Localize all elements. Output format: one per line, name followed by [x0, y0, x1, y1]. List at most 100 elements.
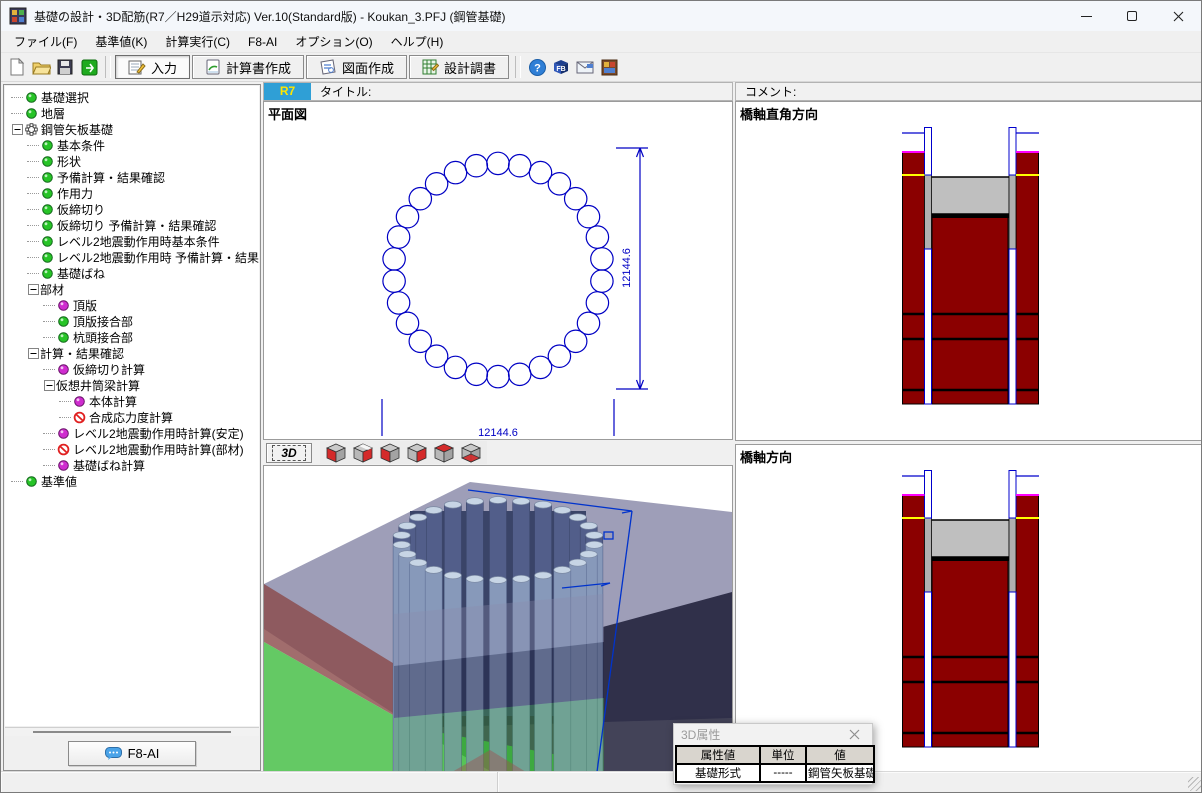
attr-close-button[interactable]	[849, 729, 865, 740]
tree-item[interactable]: 基礎ばね	[5, 265, 259, 281]
tree-item[interactable]: 合成応力度計算	[5, 409, 259, 425]
tree-item[interactable]: 基礎選択	[5, 89, 259, 105]
magenta-status-icon	[56, 299, 70, 312]
tree-item[interactable]: 鋼管矢板基礎	[5, 121, 259, 137]
minimize-button[interactable]	[1063, 1, 1109, 31]
menu-standard-values[interactable]: 基準値(K)	[86, 31, 156, 52]
statusbar-left	[1, 772, 498, 792]
design-grid-icon	[422, 59, 439, 75]
tree-item-label: レベル2地震動作用時基本条件	[57, 233, 220, 250]
tree-item[interactable]: 頂版	[5, 297, 259, 313]
tree-item[interactable]: 作用力	[5, 185, 259, 201]
transverse-section-title: 橋軸直角方向	[740, 104, 818, 123]
green-status-icon	[40, 219, 54, 232]
attr-header-cell: 属性値	[676, 746, 760, 764]
tree-item-label: 基礎選択	[41, 89, 89, 106]
view3d-button[interactable]: 3D	[266, 443, 312, 463]
tree-item[interactable]: レベル2地震動作用時計算(部材)	[5, 441, 259, 457]
close-button[interactable]	[1155, 1, 1201, 31]
tree-item[interactable]: 予備計算・結果確認	[5, 169, 259, 185]
pile-circle	[586, 292, 608, 314]
tree-item[interactable]: 杭頭接合部	[5, 329, 259, 345]
menu-help[interactable]: ヘルプ(H)	[382, 31, 453, 52]
tree-item-label: 仮想井筒梁計算	[56, 377, 140, 394]
view-cube-bottom-icon[interactable]	[459, 442, 483, 463]
attr-data-cell: -----	[760, 764, 806, 782]
plan-drawing: 12144.6 12144.6	[264, 102, 732, 439]
tree-item[interactable]: 計算・結果確認	[5, 345, 259, 361]
tree-item[interactable]: 地層	[5, 105, 259, 121]
maximize-icon	[1127, 11, 1137, 21]
pile-cylinder-cap	[569, 514, 586, 521]
design-report-button[interactable]: 設計調書	[409, 55, 509, 79]
pile-circle	[487, 152, 509, 174]
expander-minus-icon[interactable]	[11, 124, 24, 135]
tree-item[interactable]: 基準値	[5, 473, 259, 489]
tree-item[interactable]: レベル2地震動作用時計算(安定)	[5, 425, 259, 441]
tree-item[interactable]: 仮締切り	[5, 201, 259, 217]
tree-item[interactable]: レベル2地震動作用時 予備計算・結果	[5, 249, 259, 265]
view-cube-front-icon[interactable]	[324, 442, 348, 463]
tree-item[interactable]: 仮想井筒梁計算	[5, 377, 259, 393]
scrollbar-thumb[interactable]	[33, 731, 231, 733]
plan-view-panel: 平面図 12144.6 12144.6	[263, 101, 733, 440]
tree-item[interactable]: 仮締切り計算	[5, 361, 259, 377]
maximize-button[interactable]	[1109, 1, 1155, 31]
pile-cylinder-cap	[444, 501, 461, 508]
save-button[interactable]	[53, 55, 77, 79]
attr-3d-titlebar[interactable]: 3D属性	[674, 724, 872, 745]
design-report-label: 設計調書	[444, 58, 496, 77]
close-icon	[849, 729, 860, 740]
pile-circle	[444, 161, 466, 183]
pile-circle	[509, 363, 531, 385]
input-mode-button[interactable]: 入力	[115, 55, 190, 79]
attr-3d-window[interactable]: 3D属性 属性値単位値基礎形式-----鋼管矢板基礎	[673, 723, 873, 785]
view3d-panel[interactable]	[263, 465, 733, 773]
tree-item[interactable]: レベル2地震動作用時基本条件	[5, 233, 259, 249]
forum8-button[interactable]: FB	[549, 55, 573, 79]
tree-connector	[59, 401, 71, 402]
tree-item[interactable]: 本体計算	[5, 393, 259, 409]
view-cube-left-icon[interactable]	[378, 442, 402, 463]
help-button[interactable]: ?	[525, 55, 549, 79]
resize-grip[interactable]	[1188, 777, 1202, 791]
tree-item[interactable]: 形状	[5, 153, 259, 169]
info-tool-button[interactable]	[597, 55, 621, 79]
f8-tool-button[interactable]	[77, 55, 101, 79]
new-file-button[interactable]	[5, 55, 29, 79]
tree-item[interactable]: 仮締切り 予備計算・結果確認	[5, 217, 259, 233]
view-cube-back-icon[interactable]	[351, 442, 375, 463]
tree-item-label: レベル2地震動作用時計算(部材)	[73, 441, 244, 458]
expander-minus-icon[interactable]	[27, 284, 40, 295]
tree-horizontal-scrollbar[interactable]	[5, 727, 259, 736]
tree-item-label: レベル2地震動作用時 予備計算・結果	[57, 249, 259, 266]
pile-cylinder-cap	[513, 498, 530, 505]
tree-item[interactable]: 基本条件	[5, 137, 259, 153]
green-status-icon	[40, 251, 54, 264]
drawing-create-button[interactable]: 図面作成	[306, 55, 407, 79]
tree-item[interactable]: 頂版接合部	[5, 313, 259, 329]
menu-options[interactable]: オプション(O)	[286, 31, 381, 52]
open-file-button[interactable]	[29, 55, 53, 79]
view-cube-top-icon[interactable]	[432, 442, 456, 463]
green-status-icon	[24, 107, 38, 120]
expander-minus-icon[interactable]	[27, 348, 40, 359]
menu-file[interactable]: ファイル(F)	[5, 31, 86, 52]
save-icon	[57, 59, 73, 75]
svg-text:FB: FB	[556, 66, 565, 73]
report-create-button[interactable]: 計算書作成	[192, 55, 304, 79]
tree-item[interactable]: 基礎ばね計算	[5, 457, 259, 473]
titlebar: 基礎の設計・3D配筋(R7／H29道示対応) Ver.10(Standard版)…	[1, 1, 1201, 31]
f8ai-button[interactable]: F8-AI	[68, 741, 196, 766]
view-cube-right-icon[interactable]	[405, 442, 429, 463]
noentry-status-icon	[72, 411, 86, 424]
menu-f8-ai[interactable]: F8-AI	[239, 33, 286, 51]
tree-item[interactable]: 部材	[5, 281, 259, 297]
pile-circle	[383, 248, 405, 270]
mail-button[interactable]	[573, 55, 597, 79]
menu-run-calculation[interactable]: 計算実行(C)	[156, 31, 239, 52]
pile-cylinder-cap	[466, 498, 483, 505]
pile-circle	[383, 270, 405, 292]
magenta-status-icon	[56, 459, 70, 472]
expander-minus-icon[interactable]	[43, 380, 56, 391]
